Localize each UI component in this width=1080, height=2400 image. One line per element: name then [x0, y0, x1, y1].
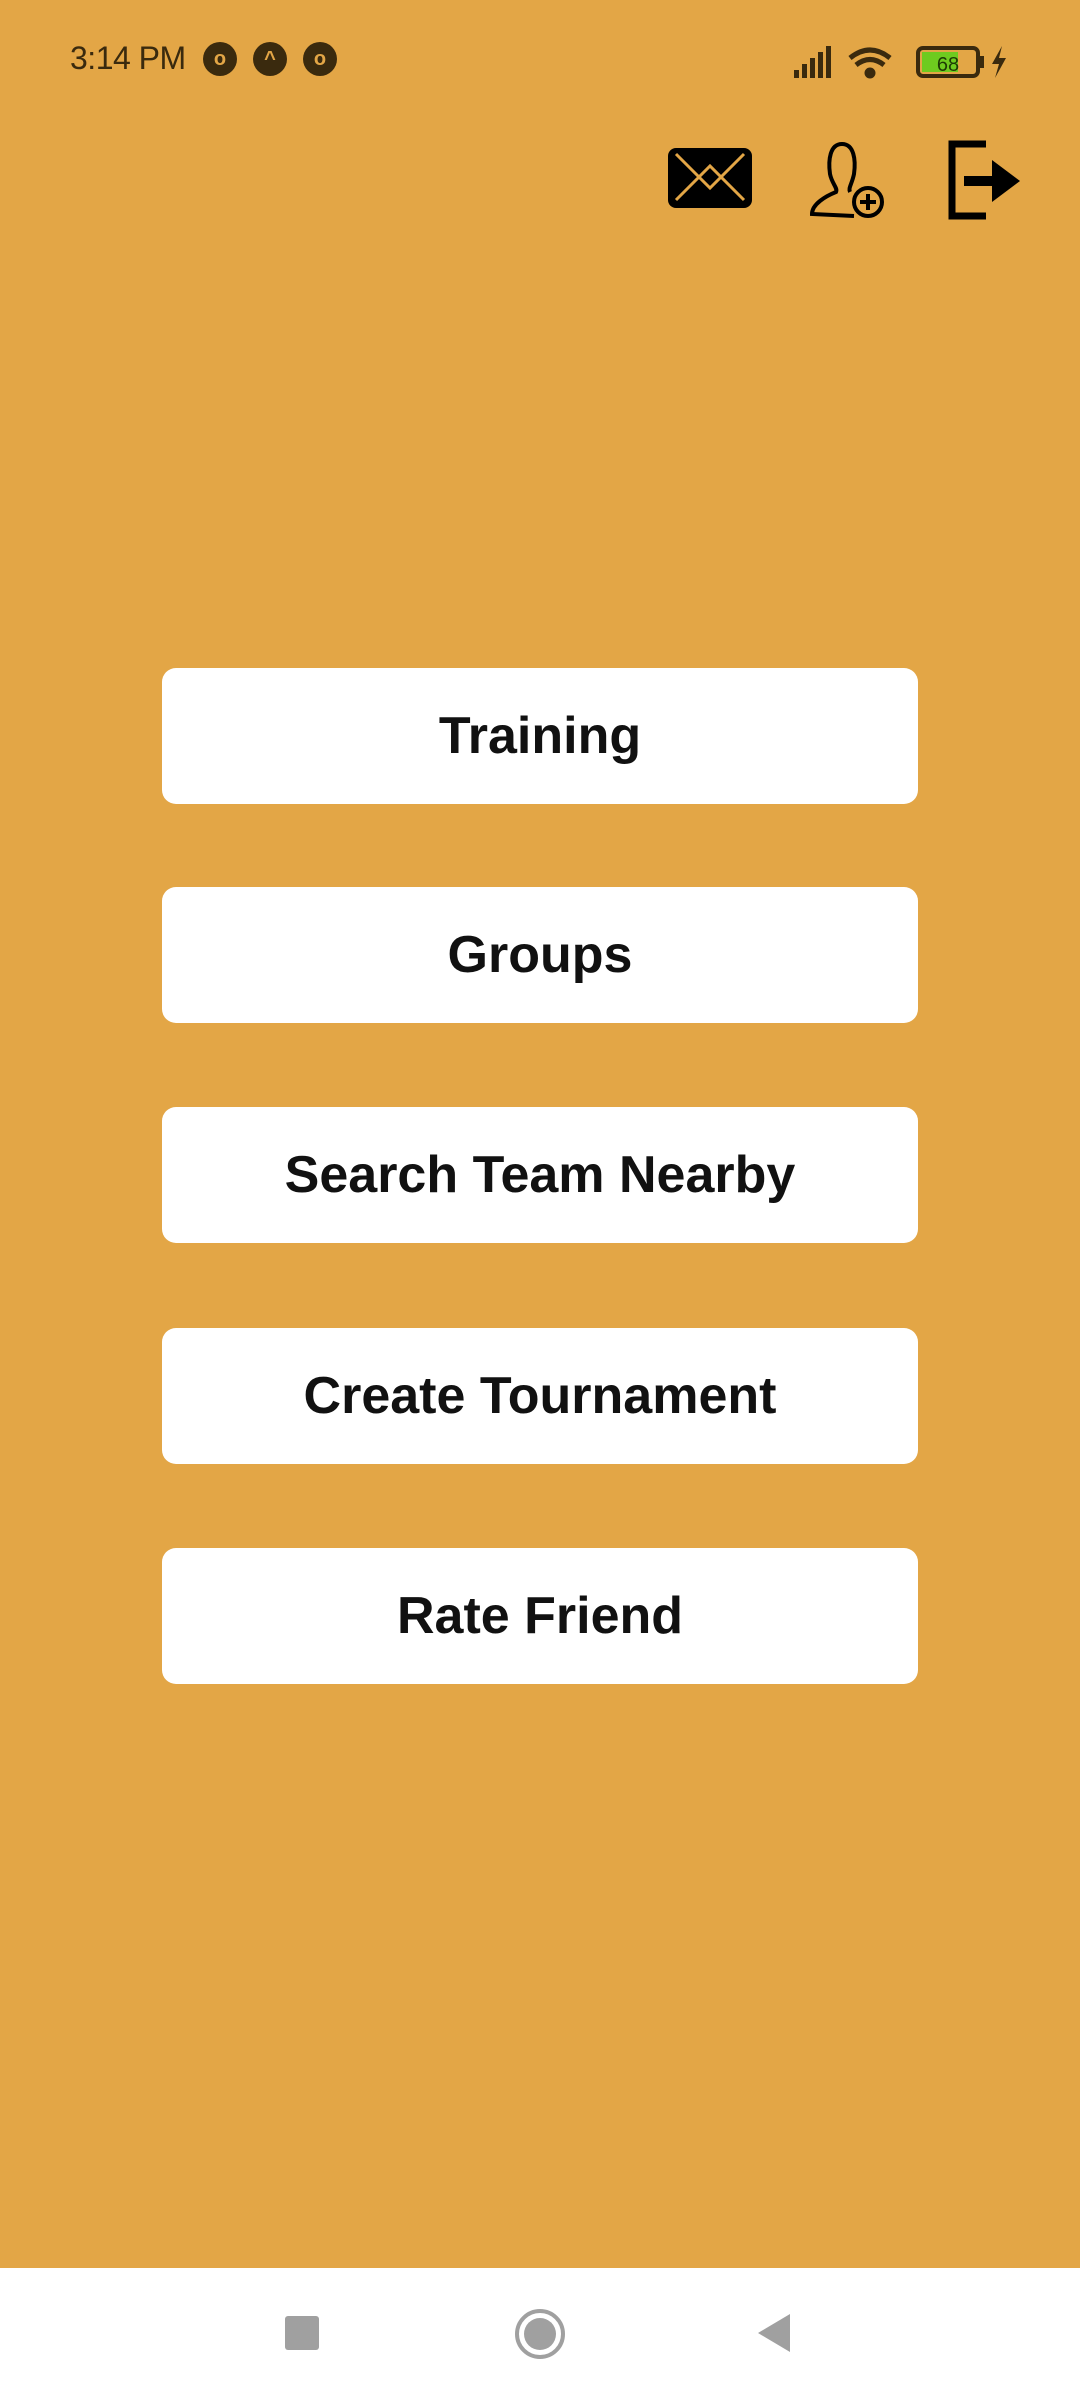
charging-icon: [992, 46, 1006, 78]
wifi-icon: [848, 47, 892, 79]
battery-level: 68: [937, 54, 959, 76]
arrow-up-notification-icon: ^: [253, 42, 287, 76]
app-notification-icon: o: [203, 42, 237, 76]
recent-apps-icon[interactable]: [285, 2316, 319, 2350]
status-bar: 3:14 PM o ^ o 68: [0, 0, 1080, 120]
groups-button[interactable]: Groups: [162, 887, 918, 1023]
signal-icon: [794, 46, 831, 78]
app-notification-icon: o: [303, 42, 337, 76]
logout-icon[interactable]: [946, 140, 1022, 220]
add-user-icon[interactable]: [806, 140, 886, 220]
create-tournament-button[interactable]: Create Tournament: [162, 1328, 918, 1464]
system-status-icons: 68: [794, 46, 1006, 79]
training-button[interactable]: Training: [162, 668, 918, 804]
mail-icon[interactable]: [668, 148, 752, 208]
status-time: 3:14 PM: [70, 40, 186, 76]
home-icon[interactable]: [514, 2308, 566, 2360]
back-icon[interactable]: [756, 2312, 792, 2354]
battery-icon: 68: [916, 46, 984, 78]
rate-friend-button[interactable]: Rate Friend: [162, 1548, 918, 1684]
navigation-bar: [0, 2268, 1080, 2400]
search-team-nearby-button[interactable]: Search Team Nearby: [162, 1107, 918, 1243]
